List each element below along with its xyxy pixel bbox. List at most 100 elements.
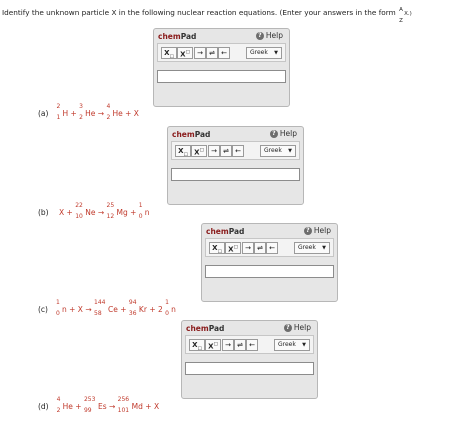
backspace-button[interactable]: ← bbox=[232, 145, 244, 157]
mass-number: 22 bbox=[75, 202, 83, 209]
arrow-button[interactable]: → bbox=[208, 145, 220, 157]
chempad-toolbar: X□ X□ → ⇌ ← Greek ▼ bbox=[171, 141, 300, 160]
backspace-button[interactable]: ← bbox=[218, 47, 230, 59]
equilibrium-button[interactable]: ⇌ bbox=[254, 242, 266, 254]
dropdown-caret-icon: ▼ bbox=[288, 148, 292, 154]
mass-number: 1 bbox=[165, 299, 169, 306]
equilibrium-button[interactable]: ⇌ bbox=[234, 339, 246, 351]
equilibrium-button[interactable]: ⇌ bbox=[206, 47, 218, 59]
help-icon: ? bbox=[283, 323, 292, 332]
nuclide: 4 2 He bbox=[106, 103, 122, 121]
equation-label: (b) bbox=[38, 208, 49, 217]
arrow-button[interactable]: → bbox=[222, 339, 234, 351]
nuclide: 10n bbox=[165, 299, 176, 317]
atomic-number: 0 bbox=[165, 310, 169, 317]
equation-d: (d) 4 2 He + 253 99 Es → 256 101 Md + X bbox=[38, 396, 160, 414]
chempad-title: chemPad bbox=[158, 32, 197, 41]
help-icon: ? bbox=[303, 226, 312, 235]
greek-dropdown[interactable]: Greek ▼ bbox=[274, 339, 310, 351]
mass-number: 256 bbox=[117, 396, 130, 403]
help-link[interactable]: ? Help bbox=[283, 323, 311, 332]
answer-input-b[interactable] bbox=[171, 168, 300, 181]
instructions: Identify the unknown particle X in the f… bbox=[2, 7, 472, 24]
atomic-number: 101 bbox=[117, 407, 130, 414]
equation-c: (c) 1 0 n + X → 144 58 Ce + 94 36 Kr + 2 10n bbox=[38, 299, 176, 317]
equation-operator: + X bbox=[142, 402, 160, 411]
equation-label: (c) bbox=[38, 305, 48, 314]
nuclide: 144 58 Ce bbox=[94, 299, 118, 317]
form-mass-number: A bbox=[399, 7, 403, 13]
equation-operator: + bbox=[72, 402, 84, 411]
mass-number: 94 bbox=[128, 299, 137, 306]
atomic-number: 58 bbox=[94, 310, 102, 317]
equation-b: (b) X + 22 10 Ne → 25 12 Mg + 10n bbox=[38, 202, 150, 220]
help-icon: ? bbox=[269, 129, 278, 138]
subscript-button[interactable]: X□ bbox=[209, 242, 225, 254]
chempad-c: chemPad ? Help X□ X□ → ⇌ ← Greek ▼ bbox=[201, 223, 338, 302]
mass-number: 1 bbox=[138, 202, 143, 209]
backspace-button[interactable]: ← bbox=[246, 339, 258, 351]
nuclide: 25 12 Mg bbox=[106, 202, 128, 220]
help-link[interactable]: ? Help bbox=[269, 129, 297, 138]
equation-operator: + 2 bbox=[146, 305, 166, 314]
help-link[interactable]: ? Help bbox=[255, 31, 283, 40]
chempad-d: chemPad ? Help X□ X□ → ⇌ ← Greek ▼ bbox=[181, 320, 318, 399]
arrow-button[interactable]: → bbox=[242, 242, 254, 254]
mass-number: 253 bbox=[83, 396, 96, 403]
equation-operator: + X → bbox=[66, 305, 94, 314]
atomic-number: 0 bbox=[138, 213, 143, 220]
subscript-button[interactable]: X□ bbox=[189, 339, 205, 351]
equation-a: (a) 2 1 H + 3 2 He → 4 2 He + X bbox=[38, 103, 139, 121]
form-atomic-number: Z bbox=[399, 18, 403, 24]
superscript-button[interactable]: X□ bbox=[225, 242, 241, 254]
equation-operator: → bbox=[95, 208, 107, 217]
answer-input-c[interactable] bbox=[205, 265, 334, 278]
atomic-number: 1 bbox=[56, 114, 61, 121]
superscript-button[interactable]: X□ bbox=[177, 47, 193, 59]
chempad-b: chemPad ? Help X□ X□ → ⇌ ← Greek ▼ bbox=[167, 126, 304, 205]
chempad-a: chemPad ? Help X□ X□ → ⇌ ← Greek ▼ bbox=[153, 28, 290, 107]
help-icon: ? bbox=[255, 31, 264, 40]
backspace-button[interactable]: ← bbox=[266, 242, 278, 254]
help-link[interactable]: ? Help bbox=[303, 226, 331, 235]
equation-label: (d) bbox=[38, 402, 49, 411]
atomic-number: 0 bbox=[55, 310, 60, 317]
equation-operator: + bbox=[68, 109, 80, 118]
arrow-button[interactable]: → bbox=[194, 47, 206, 59]
dropdown-caret-icon: ▼ bbox=[322, 245, 326, 251]
atomic-number: 2 bbox=[56, 407, 61, 414]
subscript-button[interactable]: X□ bbox=[161, 47, 177, 59]
chempad-toolbar: X□ X□ → ⇌ ← Greek ▼ bbox=[185, 335, 314, 354]
equation-operator: X + bbox=[56, 208, 76, 217]
answer-input-a[interactable] bbox=[157, 70, 286, 83]
dropdown-caret-icon: ▼ bbox=[274, 50, 278, 56]
instructions-text: Identify the unknown particle X in the f… bbox=[2, 8, 396, 17]
chempad-toolbar: X□ X□ → ⇌ ← Greek ▼ bbox=[205, 238, 334, 257]
chempad-title: chemPad bbox=[172, 130, 211, 139]
atomic-number: 12 bbox=[106, 213, 115, 220]
atomic-number: 99 bbox=[83, 407, 92, 414]
equation-operator: → bbox=[106, 402, 118, 411]
equation-operator: + bbox=[127, 208, 139, 217]
equilibrium-button[interactable]: ⇌ bbox=[220, 145, 232, 157]
mass-number: 1 bbox=[55, 299, 60, 306]
nuclide: 3 2 He bbox=[79, 103, 95, 121]
greek-dropdown[interactable]: Greek ▼ bbox=[260, 145, 296, 157]
atomic-number: 10 bbox=[75, 213, 83, 220]
superscript-button[interactable]: X□ bbox=[191, 145, 207, 157]
superscript-button[interactable]: X□ bbox=[205, 339, 221, 351]
nuclide: 256 101 Md bbox=[117, 396, 143, 414]
nuclide: 253 99 Es bbox=[83, 396, 107, 414]
equation-operator: → bbox=[95, 109, 107, 118]
equation-operator: + X bbox=[122, 109, 139, 118]
atomic-number: 2 bbox=[106, 114, 111, 121]
chempad-title: chemPad bbox=[206, 227, 245, 236]
mass-number: 3 bbox=[79, 103, 83, 110]
nuclide: 94 36 Kr bbox=[129, 299, 147, 317]
greek-dropdown[interactable]: Greek ▼ bbox=[246, 47, 282, 59]
mass-number: 144 bbox=[94, 299, 106, 306]
nuclide: 21H bbox=[56, 103, 68, 121]
answer-input-d[interactable] bbox=[185, 362, 314, 375]
subscript-button[interactable]: X□ bbox=[175, 145, 191, 157]
greek-dropdown[interactable]: Greek ▼ bbox=[294, 242, 330, 254]
